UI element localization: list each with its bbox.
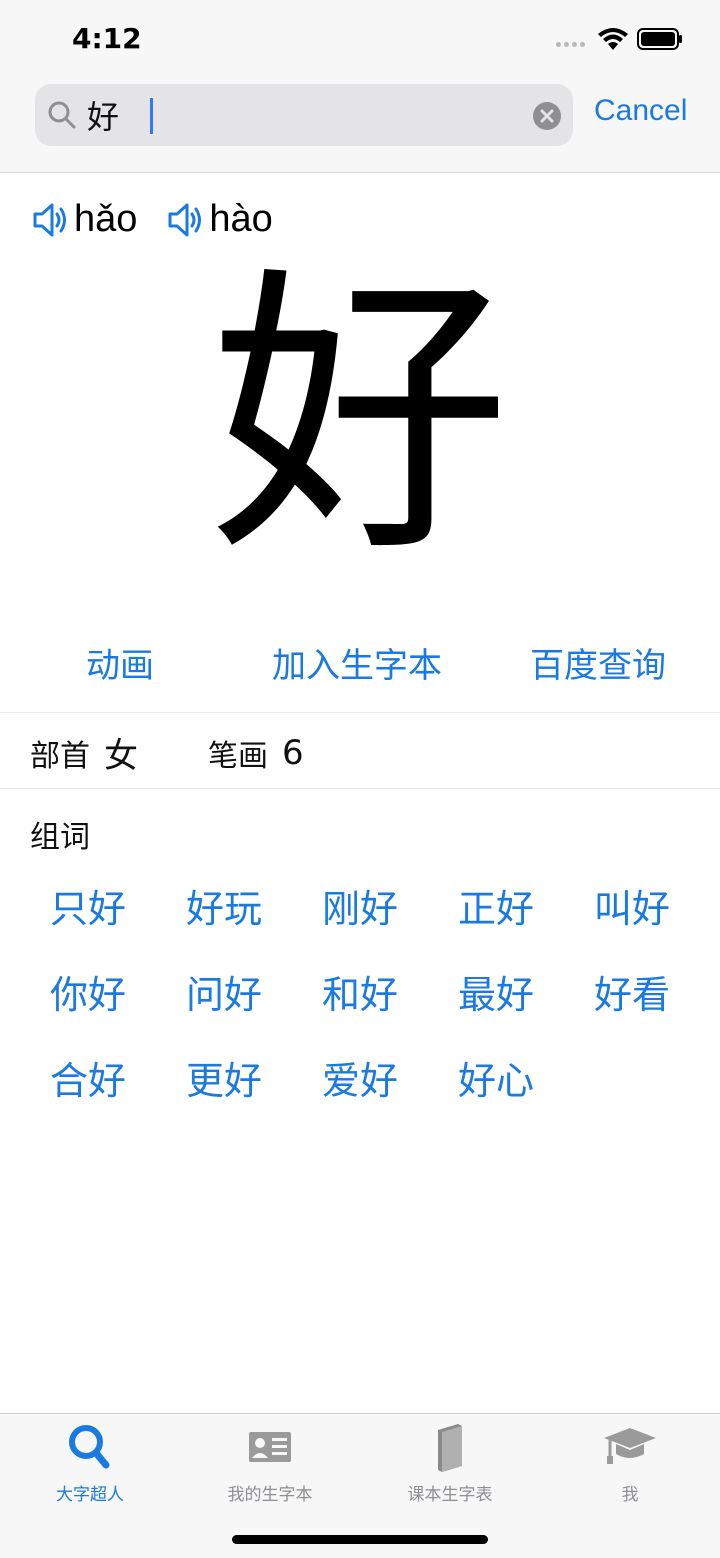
word-item[interactable]: 和好 [292,964,428,1026]
baidu-search-button[interactable]: 百度查询 [530,638,666,687]
divider [0,712,720,713]
tab-my-wordbook[interactable]: 我的生字本 [180,1422,360,1505]
book-icon [438,1424,462,1472]
pinyin-item[interactable]: hǎo [32,198,137,241]
word-item[interactable]: 你好 [20,964,156,1026]
pinyin-text: hào [209,198,273,240]
status-time: 4:12 [72,22,142,55]
pinyin-text: hǎo [74,198,138,240]
search-icon [69,1425,110,1469]
tab-label: 我的生字本 [227,1485,313,1505]
character-info: 部首 女 笔画 6 [30,728,374,777]
tab-label: 课本生字表 [407,1485,493,1505]
cancel-button[interactable]: Cancel [594,94,687,128]
pinyin-row: hǎo hào [32,198,273,241]
word-item[interactable]: 好看 [564,964,700,1026]
animate-button[interactable]: 动画 [86,638,154,687]
word-item[interactable]: 最好 [428,964,564,1026]
cellular-signal-icon [556,42,585,47]
clear-icon[interactable] [532,101,562,131]
text-cursor [150,98,153,134]
radical-value: 女 [104,736,138,776]
id-card-icon [249,1432,291,1462]
graduation-cap-icon [604,1428,656,1464]
divider [0,788,720,789]
search-header: Cancel [0,80,720,173]
tab-textbook-words[interactable]: 课本生字表 [360,1422,540,1505]
word-item[interactable]: 刚好 [292,878,428,940]
radical-label: 部首 [30,738,90,774]
tab-me[interactable]: 我 [540,1422,720,1505]
battery-icon [637,28,682,50]
word-item[interactable]: 好心 [428,1050,564,1112]
pinyin-item[interactable]: hào [167,198,273,241]
word-item[interactable]: 问好 [156,964,292,1026]
word-item[interactable]: 更好 [156,1050,292,1112]
search-icon [48,101,76,129]
words-grid: 只好 好玩 刚好 正好 叫好 你好 问好 和好 最好 好看 合好 更好 爱好 好… [20,878,700,1112]
status-bar: 4:12 [0,0,720,80]
wifi-icon [598,28,628,50]
add-to-book-button[interactable]: 加入生字本 [272,638,442,687]
tab-label: 我 [621,1485,639,1505]
word-item[interactable]: 叫好 [564,878,700,940]
word-item[interactable]: 正好 [428,878,564,940]
tab-dazi-chaoren[interactable]: 大字超人 [0,1422,180,1505]
speaker-icon[interactable] [32,202,70,238]
action-bar: 动画 加入生字本 百度查询 [0,630,720,690]
search-box[interactable] [35,84,573,146]
word-item[interactable]: 好玩 [156,878,292,940]
strokes-label: 笔画 [208,738,268,774]
words-title: 组词 [30,820,90,855]
strokes-value: 6 [282,732,304,773]
character-glyph: 好 [210,243,510,592]
home-indicator [232,1535,488,1544]
speaker-icon[interactable] [167,202,205,238]
tab-label: 大字超人 [56,1485,124,1505]
screen: 4:12 Cance [0,0,720,1558]
word-item[interactable]: 爱好 [292,1050,428,1112]
word-item[interactable]: 只好 [20,878,156,940]
word-item[interactable]: 合好 [20,1050,156,1112]
